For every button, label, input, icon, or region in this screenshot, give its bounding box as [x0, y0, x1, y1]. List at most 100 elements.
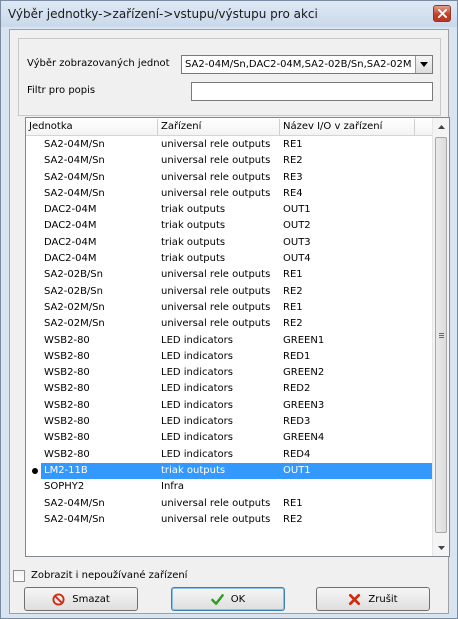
table-row[interactable]: WSB2-80 LED indicators RED3 [26, 414, 433, 430]
vertical-scrollbar[interactable] [432, 118, 449, 556]
cell-unit: SA2-04M/Sn [44, 513, 105, 525]
cell-unit: WSB2-80 [44, 383, 90, 395]
show-unused-label[interactable]: Zobrazit i nepoužívané zařízení [31, 570, 187, 581]
dialog-body: Výběr zobrazovaných jednot SA2-04M/Sn,DA… [9, 29, 450, 614]
scroll-thumb[interactable] [435, 137, 447, 533]
current-row-marker [32, 467, 38, 474]
cell-device: universal rele outputs [161, 285, 271, 297]
table-row[interactable]: DAC2-04M triak outputs OUT1 [26, 202, 433, 218]
table-row-selected[interactable]: LM2-11B triak outputs OUT1 [26, 462, 433, 479]
cell-io-name: RED2 [283, 383, 311, 395]
title-bar[interactable]: Výběr jednotky->zařízení->vstupu/výstupu… [1, 1, 457, 27]
dialog-window: Výběr jednotky->zařízení->vstupu/výstupu… [0, 0, 458, 619]
table-row[interactable]: SA2-02M/Sn universal rele outputs RE2 [26, 316, 433, 332]
cell-device: LED indicators [161, 448, 233, 460]
cell-device: universal rele outputs [161, 139, 271, 150]
list-rows: SA2-04M/Sn universal rele outputs RE1 SA2-0… [26, 137, 433, 528]
cell-unit: SA2-02M/Sn [44, 301, 105, 313]
cancel-button[interactable]: Zrušit [316, 587, 430, 611]
table-row[interactable]: SA2-04M/Sn universal rele outputs RE2 [26, 512, 433, 528]
chevron-down-icon[interactable] [415, 56, 432, 73]
cell-io-name: GREEN3 [283, 399, 325, 411]
cell-unit: SA2-04M/Sn [44, 139, 105, 150]
cell-device: universal rele outputs [161, 318, 271, 330]
cell-io-name: OUT4 [283, 253, 311, 265]
column-divider[interactable] [279, 119, 280, 135]
cell-io-name: RED3 [283, 416, 311, 428]
column-header-device[interactable]: Zařízení [161, 121, 201, 132]
scroll-up-button[interactable] [433, 118, 449, 135]
cell-io-name: OUT1 [283, 204, 311, 216]
cell-io-name: RED4 [283, 448, 311, 460]
description-filter-label: Filtr pro popis [27, 85, 96, 96]
cell-unit: SA2-04M/Sn [44, 187, 105, 199]
cell-device: LED indicators [161, 383, 233, 395]
table-row[interactable]: DAC2-04M triak outputs OUT2 [26, 218, 433, 234]
table-row[interactable]: WSB2-80 LED indicators GREEN3 [26, 398, 433, 414]
units-filter-select[interactable]: SA2-04M/Sn,DAC2-04M,SA2-02B/Sn,SA2-02M [181, 55, 433, 74]
cell-io-name: OUT2 [283, 220, 311, 232]
prohibited-icon [52, 592, 65, 606]
close-icon [437, 9, 447, 18]
cell-device: triak outputs [161, 464, 226, 476]
io-list[interactable]: Jednotka Zařízení Název I/O v zařízení S… [25, 117, 450, 557]
table-row[interactable]: SA2-02M/Sn universal rele outputs RE1 [26, 300, 433, 316]
table-row[interactable]: WSB2-80 LED indicators RED4 [26, 447, 433, 463]
column-header-unit[interactable]: Jednotka [29, 121, 73, 132]
cell-unit: DAC2-04M [44, 220, 97, 232]
table-row[interactable]: DAC2-04M triak outputs OUT3 [26, 235, 433, 251]
cell-io-name: OUT1 [283, 464, 311, 476]
grip-line [439, 335, 444, 336]
column-divider[interactable] [414, 119, 415, 135]
column-divider[interactable] [157, 119, 158, 135]
ok-button[interactable]: OK [171, 587, 285, 611]
cell-unit: WSB2-80 [44, 350, 90, 362]
cell-device: universal rele outputs [161, 513, 271, 525]
cell-unit: DAC2-04M [44, 253, 97, 265]
show-unused-checkbox[interactable] [13, 570, 25, 582]
table-row[interactable]: WSB2-80 LED indicators RED2 [26, 381, 433, 397]
cell-unit: WSB2-80 [44, 399, 90, 411]
delete-button[interactable]: Smazat [24, 587, 138, 611]
table-row[interactable]: SA2-02B/Sn universal rele outputs RE1 [26, 267, 433, 283]
cell-device: triak outputs [161, 204, 226, 216]
table-row[interactable]: SOPHY2 Infra [26, 479, 433, 495]
cell-io-name: RE1 [283, 269, 303, 281]
table-row[interactable]: SA2-04M/Sn universal rele outputs RE1 [26, 496, 433, 512]
cell-unit: SA2-04M/Sn [44, 497, 105, 509]
cell-io-name: GREEN2 [283, 367, 325, 379]
table-row[interactable]: WSB2-80 LED indicators RED1 [26, 349, 433, 365]
cell-device: LED indicators [161, 416, 233, 428]
cell-io-name: RE1 [283, 301, 303, 313]
cell-device: universal rele outputs [161, 497, 271, 509]
table-row[interactable]: WSB2-80 LED indicators GREEN2 [26, 365, 433, 381]
cell-io-name: GREEN4 [283, 432, 325, 444]
cell-io-name: RE3 [283, 171, 303, 183]
units-filter-label: Výběr zobrazovaných jednot [27, 58, 170, 69]
cell-io-name: RED1 [283, 350, 311, 362]
cell-io-name: RE4 [283, 187, 303, 199]
table-row[interactable]: WSB2-80 LED indicators GREEN4 [26, 430, 433, 446]
description-filter-input[interactable] [191, 82, 433, 101]
scroll-up-icon [437, 124, 445, 129]
table-row[interactable]: SA2-02B/Sn universal rele outputs RE2 [26, 284, 433, 300]
cell-device: LED indicators [161, 350, 233, 362]
table-row[interactable]: SA2-04M/Sn universal rele outputs RE2 [26, 153, 433, 169]
cell-unit: SA2-04M/Sn [44, 155, 105, 167]
table-row[interactable]: DAC2-04M triak outputs OUT4 [26, 251, 433, 267]
delete-button-label: Smazat [72, 593, 110, 605]
cell-unit: SA2-04M/Sn [44, 171, 105, 183]
cell-io-name: RE1 [283, 497, 303, 509]
table-row[interactable]: SA2-04M/Sn universal rele outputs RE3 [26, 170, 433, 186]
close-button[interactable] [433, 5, 451, 22]
cell-device: LED indicators [161, 399, 233, 411]
column-header-io-name[interactable]: Název I/O v zařízení [283, 121, 382, 132]
grip-line [439, 333, 444, 334]
list-header: Jednotka Zařízení Název I/O v zařízení [26, 118, 433, 136]
scroll-down-button[interactable] [433, 539, 449, 556]
cell-io-name: RE2 [283, 513, 303, 525]
selection-highlight [41, 462, 433, 479]
table-row[interactable]: SA2-04M/Sn universal rele outputs RE1 [26, 137, 433, 153]
table-row[interactable]: SA2-04M/Sn universal rele outputs RE4 [26, 186, 433, 202]
table-row[interactable]: WSB2-80 LED indicators GREEN1 [26, 333, 433, 349]
